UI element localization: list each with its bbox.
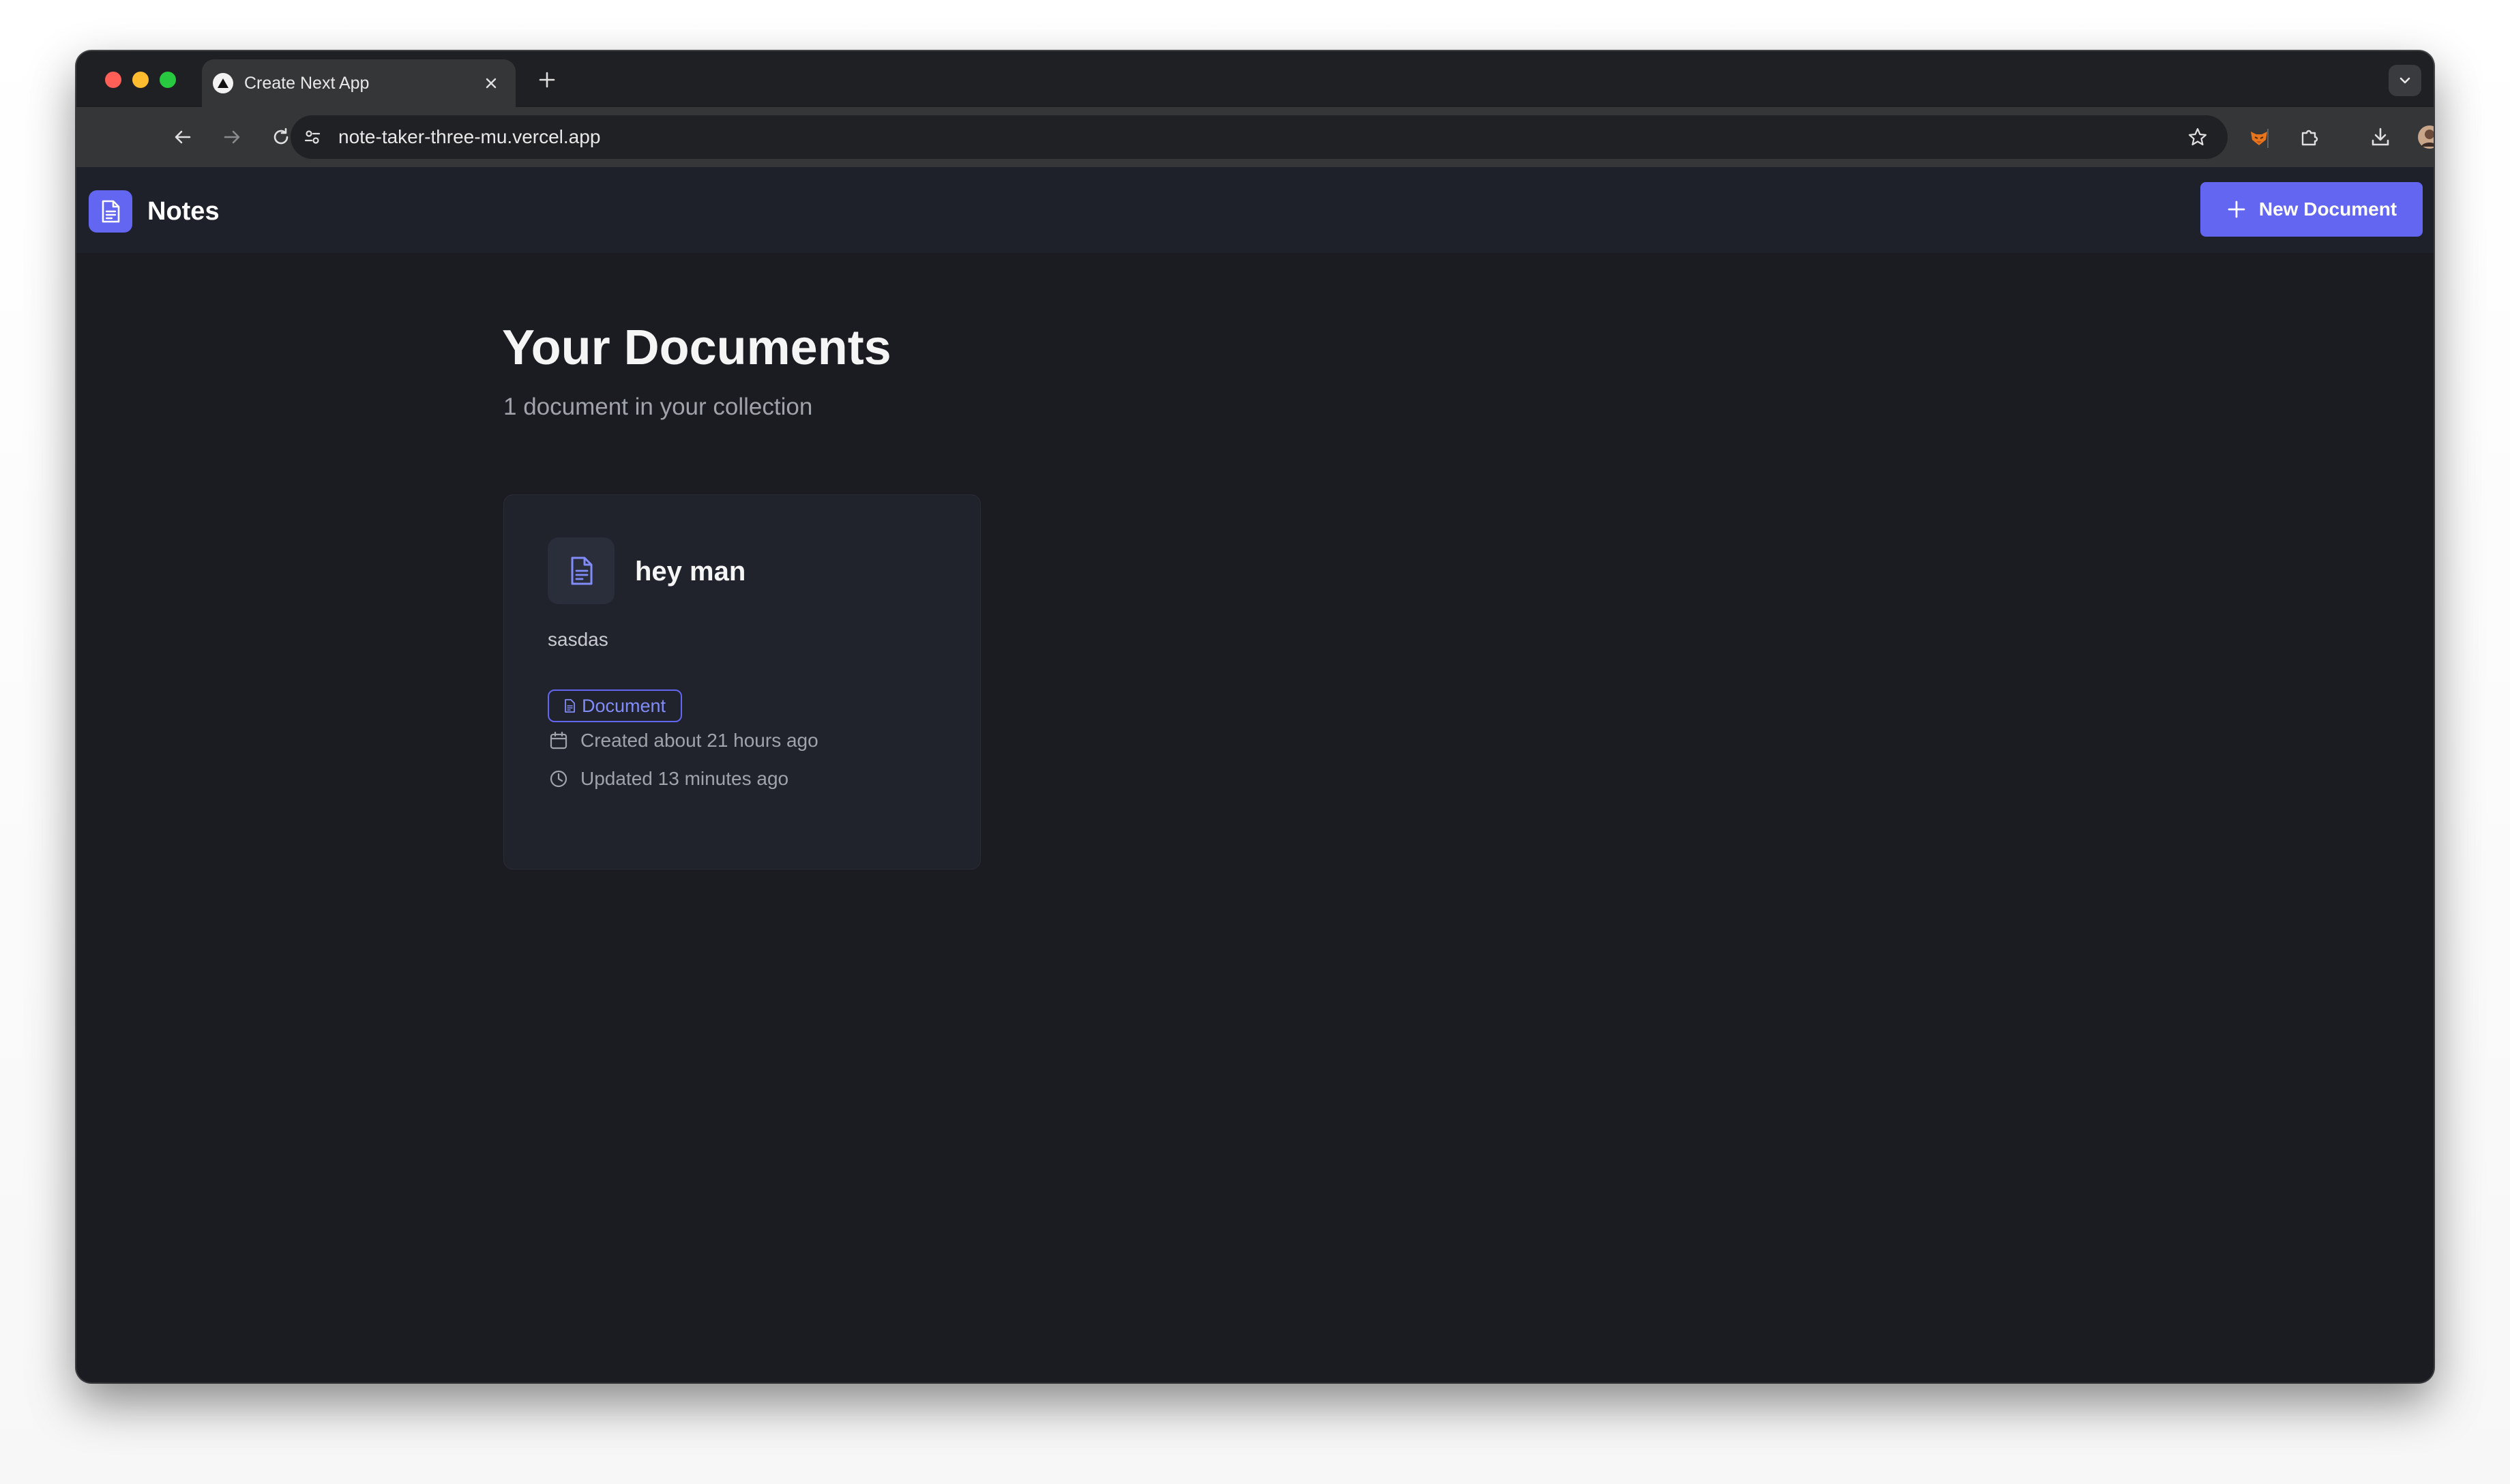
new-document-label: New Document <box>2258 198 2397 220</box>
toolbar-divider <box>2267 129 2269 148</box>
tab-create-next-app[interactable]: Create Next App <box>202 59 516 107</box>
download-icon[interactable] <box>2364 121 2397 153</box>
document-icon <box>102 200 120 223</box>
plus-icon <box>2226 199 2247 220</box>
notes-logo[interactable] <box>89 190 132 233</box>
new-tab-button[interactable] <box>532 65 562 95</box>
close-window-button[interactable] <box>105 72 121 88</box>
app-title[interactable]: Notes <box>147 197 220 226</box>
tab-title: Create Next App <box>244 73 370 93</box>
maximize-window-button[interactable] <box>160 72 176 88</box>
document-title[interactable]: hey man <box>635 556 745 587</box>
updated-meta: Updated 13 minutes ago <box>548 768 788 790</box>
document-card[interactable]: hey man sasdas Document Created about 21… <box>503 494 981 870</box>
vercel-triangle-icon <box>213 73 233 93</box>
star-icon[interactable] <box>2181 121 2214 153</box>
updated-text: Updated 13 minutes ago <box>580 768 789 789</box>
document-icon <box>548 537 615 604</box>
clock-icon <box>548 768 570 790</box>
chevron-down-icon <box>2400 77 2410 84</box>
calendar-icon <box>548 730 570 752</box>
document-description: sasdas <box>548 629 608 650</box>
extension-fox-icon[interactable] <box>2243 121 2275 153</box>
url-text[interactable]: note-taker-three-mu.vercel.app <box>338 126 2181 148</box>
app-header: Notes New Document <box>76 167 2434 253</box>
avatar[interactable] <box>2413 121 2434 153</box>
minimize-window-button[interactable] <box>132 72 149 88</box>
document-type-badge: Document <box>548 689 683 722</box>
site-info-icon[interactable] <box>299 123 326 151</box>
address-bar[interactable]: note-taker-three-mu.vercel.app <box>291 115 2228 159</box>
document-icon <box>563 698 576 713</box>
document-count: 1 document in your collection <box>503 394 813 420</box>
badge-label: Document <box>582 695 666 716</box>
created-meta: Created about 21 hours ago <box>548 730 818 752</box>
new-document-button[interactable]: New Document <box>2200 182 2423 237</box>
page-title: Your Documents <box>502 321 891 375</box>
tab-search-button[interactable] <box>2389 65 2421 96</box>
created-text: Created about 21 hours ago <box>580 730 818 751</box>
back-arrow-icon[interactable] <box>166 121 199 153</box>
forward-arrow-icon[interactable] <box>216 121 248 153</box>
browser-toolbar: note-taker-three-mu.vercel.app <box>76 107 2434 167</box>
plus-icon <box>539 72 555 88</box>
tab-strip: Create Next App <box>76 51 2434 107</box>
close-icon[interactable] <box>479 71 503 95</box>
puzzle-icon[interactable] <box>2293 121 2326 153</box>
browser-window: Create Next App note-taker-three-mu.verc… <box>76 51 2434 1382</box>
